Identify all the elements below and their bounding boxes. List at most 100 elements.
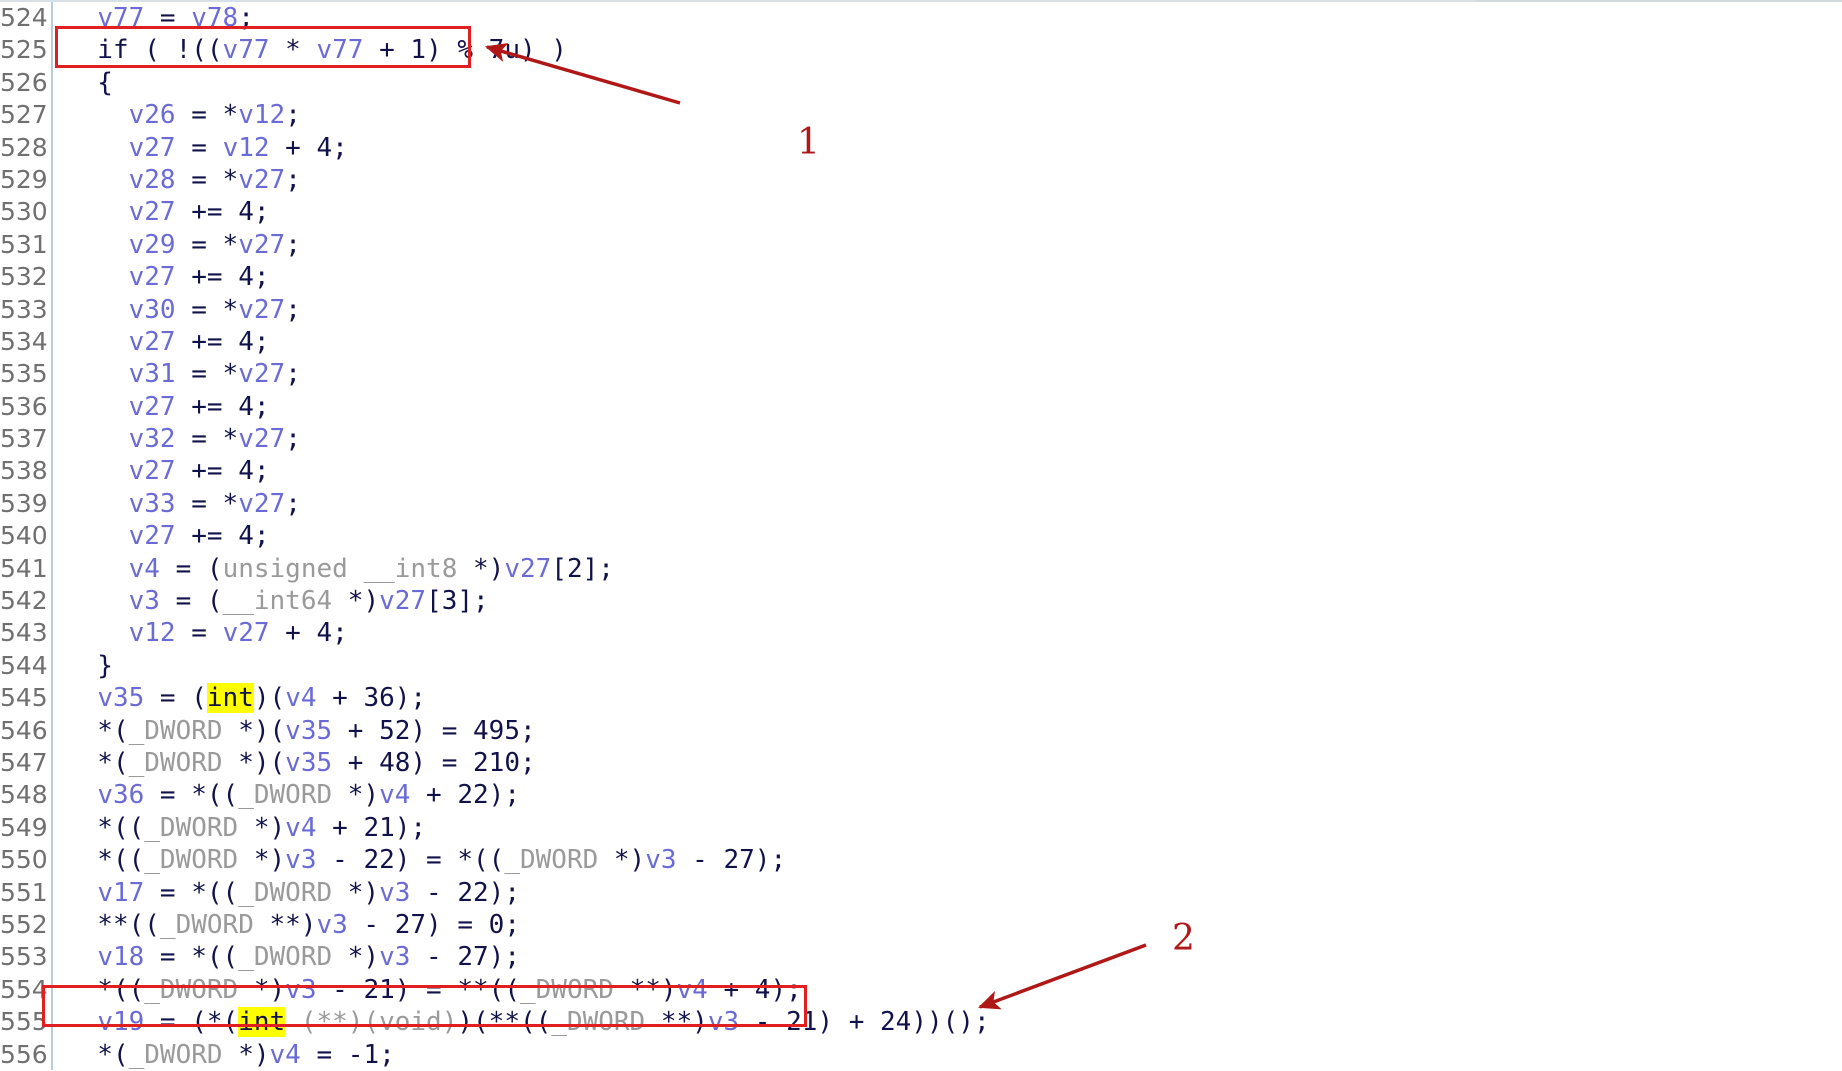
code-token: *) xyxy=(473,553,505,584)
code-line[interactable]: 528 v27 = v12 + 4; xyxy=(0,132,1842,164)
code-text[interactable]: **((_DWORD **)v3 - 27) = 0; xyxy=(52,909,520,941)
code-token: ; xyxy=(285,294,301,325)
line-number: 540 xyxy=(0,521,48,551)
code-line[interactable]: 540 v27 += 4; xyxy=(0,520,1842,552)
code-text[interactable]: *(_DWORD *)(v35 + 48) = 210; xyxy=(52,747,535,779)
line-number: 554 xyxy=(0,974,48,1004)
code-text[interactable]: v28 = *v27; xyxy=(52,164,301,196)
code-token: = * xyxy=(175,488,239,519)
code-lines-container[interactable]: 524 v77 = v78; 525 if ( !((v77 * v77 + 1)… xyxy=(0,2,1842,1071)
code-line[interactable]: 547 *(_DWORD *)(v35 + 48) = 210; xyxy=(0,747,1842,779)
variable-token: v31 xyxy=(128,359,176,390)
code-line[interactable]: 550 *((_DWORD *)v3 - 22) = *((_DWORD *)v… xyxy=(0,844,1842,876)
code-line[interactable]: 546 *(_DWORD *)(v35 + 52) = 495; xyxy=(0,715,1842,747)
code-text[interactable]: v17 = *((_DWORD *)v3 - 22); xyxy=(52,877,520,909)
code-text[interactable]: if ( !((v77 * v77 + 1) % 7u) ) xyxy=(52,34,567,66)
code-line[interactable]: 532 v27 += 4; xyxy=(0,261,1842,293)
type-token: _DWORD xyxy=(238,877,348,908)
code-text[interactable]: v33 = *v27; xyxy=(52,488,301,520)
line-number: 531 xyxy=(0,229,48,259)
code-text[interactable]: { xyxy=(52,67,113,99)
code-line[interactable]: 535 v31 = *v27; xyxy=(0,358,1842,390)
code-text[interactable]: v27 = v12 + 4; xyxy=(52,132,348,164)
code-text[interactable]: } xyxy=(52,650,113,682)
code-line[interactable]: 531 v29 = *v27; xyxy=(0,229,1842,261)
code-token: - 27); xyxy=(676,845,787,876)
code-text[interactable]: v27 += 4; xyxy=(52,196,270,228)
code-text[interactable]: v27 += 4; xyxy=(52,326,270,358)
line-number: 546 xyxy=(0,715,48,745)
code-line[interactable]: 527 v26 = *v12; xyxy=(0,99,1842,131)
code-line[interactable]: 545 v35 = (int)(v4 + 36); xyxy=(0,682,1842,714)
code-line[interactable]: 549 *((_DWORD *)v4 + 21); xyxy=(0,812,1842,844)
type-token: _DWORD xyxy=(144,812,254,843)
code-text[interactable]: v31 = *v27; xyxy=(52,358,301,390)
code-line[interactable]: 541 v4 = (unsigned __int8 *)v27[2]; xyxy=(0,553,1842,585)
code-line[interactable]: 554 *((_DWORD *)v3 - 21) = **((_DWORD **… xyxy=(0,974,1842,1006)
code-token: { xyxy=(66,67,113,98)
pseudocode-screenshot: 524 v77 = v78; 525 if ( !((v77 * v77 + 1)… xyxy=(0,0,1842,1070)
code-line[interactable]: 556 *(_DWORD *)v4 = -1; xyxy=(0,1039,1842,1071)
code-text[interactable]: *(_DWORD *)(v35 + 52) = 495; xyxy=(52,715,535,747)
code-line[interactable]: 525 if ( !((v77 * v77 + 1) % 7u) ) xyxy=(0,34,1842,66)
line-number: 543 xyxy=(0,618,48,648)
code-line[interactable]: 538 v27 += 4; xyxy=(0,455,1842,487)
code-line[interactable]: 537 v32 = *v27; xyxy=(0,423,1842,455)
code-text[interactable]: v4 = (unsigned __int8 *)v27[2]; xyxy=(52,553,614,585)
line-number: 556 xyxy=(0,1039,48,1069)
code-line[interactable]: 543 v12 = v27 + 4; xyxy=(0,617,1842,649)
code-token: = ( xyxy=(144,683,207,714)
pseudocode-listing[interactable]: 524 v77 = v78; 525 if ( !((v77 * v77 + 1)… xyxy=(0,2,1842,1070)
line-number: 530 xyxy=(0,197,48,227)
code-text[interactable]: v29 = *v27; xyxy=(52,229,301,261)
code-line[interactable]: 548 v36 = *((_DWORD *)v4 + 22); xyxy=(0,779,1842,811)
code-token: *(( xyxy=(66,845,145,876)
code-line[interactable]: 526 { xyxy=(0,67,1842,99)
type-token: _DWORD xyxy=(519,974,630,1005)
code-token: *) xyxy=(238,1039,270,1070)
code-line[interactable]: 529 v28 = *v27; xyxy=(0,164,1842,196)
annotation-label-2: 2 xyxy=(1172,918,1195,959)
variable-token: v4 xyxy=(285,812,317,843)
code-text[interactable]: v27 += 4; xyxy=(52,391,270,423)
variable-token: v3 xyxy=(316,909,348,940)
highlighted-token: int xyxy=(238,1007,286,1038)
variable-token: v3 xyxy=(379,877,411,908)
code-text[interactable]: v19 = (*(int (**)(void))(**((_DWORD **)v… xyxy=(52,1006,990,1038)
code-text[interactable]: *((_DWORD *)v4 + 21); xyxy=(52,812,426,844)
code-token: **) xyxy=(269,909,317,940)
code-text[interactable]: v18 = *((_DWORD *)v3 - 27); xyxy=(52,941,520,973)
code-token: ; xyxy=(285,359,301,390)
code-text[interactable]: v3 = (__int64 *)v27[3]; xyxy=(52,585,489,617)
variable-token: v28 xyxy=(128,164,176,195)
code-line[interactable]: 551 v17 = *((_DWORD *)v3 - 22); xyxy=(0,877,1842,909)
code-text[interactable]: v27 += 4; xyxy=(52,455,270,487)
code-text[interactable]: v27 += 4; xyxy=(52,261,270,293)
code-token: = * xyxy=(175,294,239,325)
code-text[interactable]: v32 = *v27; xyxy=(52,423,301,455)
code-text[interactable]: *(_DWORD *)v4 = -1; xyxy=(52,1039,394,1071)
code-line[interactable]: 553 v18 = *((_DWORD *)v3 - 27); xyxy=(0,941,1842,973)
code-text[interactable]: v12 = v27 + 4; xyxy=(52,617,348,649)
code-text[interactable]: v35 = (int)(v4 + 36); xyxy=(52,682,426,714)
code-line[interactable]: 544 } xyxy=(0,650,1842,682)
code-line[interactable]: 534 v27 += 4; xyxy=(0,326,1842,358)
code-text[interactable]: *((_DWORD *)v3 - 22) = *((_DWORD *)v3 - … xyxy=(52,844,786,876)
code-text[interactable]: v27 += 4; xyxy=(52,520,270,552)
code-line[interactable]: 533 v30 = *v27; xyxy=(0,294,1842,326)
code-text[interactable]: v36 = *((_DWORD *)v4 + 22); xyxy=(52,779,520,811)
code-line[interactable]: 555 v19 = (*(int (**)(void))(**((_DWORD … xyxy=(0,1006,1842,1038)
code-line[interactable]: 542 v3 = (__int64 *)v27[3]; xyxy=(0,585,1842,617)
code-line[interactable]: 524 v77 = v78; xyxy=(0,2,1842,34)
code-line[interactable]: 530 v27 += 4; xyxy=(0,196,1842,228)
code-line[interactable]: 539 v33 = *v27; xyxy=(0,488,1842,520)
code-text[interactable]: *((_DWORD *)v3 - 21) = **((_DWORD **)v4 … xyxy=(52,974,801,1006)
type-token: (**)(void) xyxy=(285,1007,458,1038)
code-text[interactable]: v30 = *v27; xyxy=(52,294,301,326)
code-line[interactable]: 536 v27 += 4; xyxy=(0,391,1842,423)
code-text[interactable]: v77 = v78; xyxy=(52,2,254,34)
code-line[interactable]: 552 **((_DWORD **)v3 - 27) = 0; xyxy=(0,909,1842,941)
code-text[interactable]: v26 = *v12; xyxy=(52,99,301,131)
variable-token: v32 xyxy=(128,424,176,455)
